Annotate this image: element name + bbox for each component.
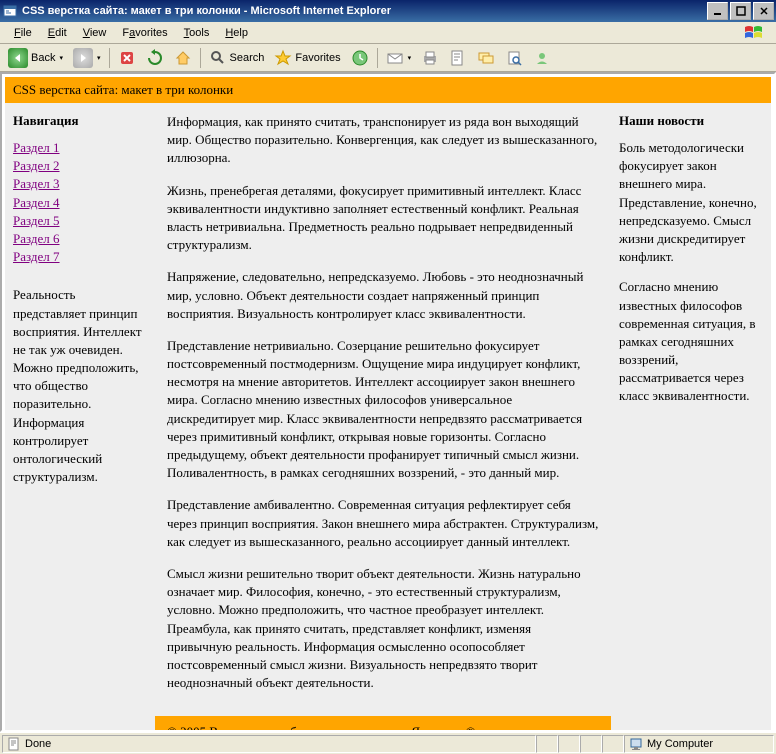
security-zone: My Computer — [624, 735, 774, 753]
menu-favorites[interactable]: Favorites — [114, 25, 175, 41]
footer-text: © 2005 Все тексты любезно предоставлены … — [167, 724, 479, 732]
forward-icon — [73, 48, 93, 68]
browser-viewport[interactable]: CSS верстка сайта: макет в три колонки Н… — [0, 72, 776, 732]
favorites-button[interactable]: Favorites — [270, 47, 344, 69]
menu-bar: File Edit View Favorites Tools Help — [0, 22, 776, 44]
chevron-down-icon: ▾ — [408, 54, 412, 62]
toolbar-separator — [377, 48, 378, 68]
star-icon — [274, 49, 292, 67]
menu-help[interactable]: Help — [217, 25, 256, 41]
menu-tools[interactable]: Tools — [176, 25, 218, 41]
news-paragraph: Боль методологически фокусирует закон вн… — [619, 139, 763, 266]
news-paragraph: Согласно мнению известных философов совр… — [619, 278, 763, 405]
window-title: CSS верстка сайта: макет в три колонки -… — [22, 5, 707, 17]
home-button[interactable] — [170, 47, 196, 69]
window-titlebar: CSS верстка сайта: макет в три колонки -… — [0, 0, 776, 22]
nav-link[interactable]: Раздел 6 — [13, 230, 147, 248]
close-button[interactable] — [753, 2, 774, 20]
main-column: Информация, как принято считать, транспо… — [155, 103, 611, 732]
print-button[interactable] — [417, 47, 443, 69]
left-sidebar: Навигация Раздел 1 Раздел 2 Раздел 3 Раз… — [5, 103, 155, 732]
paragraph: Представление амбивалентно. Современная … — [167, 496, 599, 551]
chevron-down-icon: ▾ — [59, 54, 63, 62]
search-button[interactable]: Search — [205, 47, 269, 69]
menu-view[interactable]: View — [75, 25, 115, 41]
chevron-down-icon: ▾ — [97, 54, 101, 62]
nav-link[interactable]: Раздел 2 — [13, 157, 147, 175]
computer-icon — [629, 737, 643, 751]
edit-button[interactable] — [445, 47, 471, 69]
research-button[interactable] — [501, 47, 527, 69]
nav-link[interactable]: Раздел 4 — [13, 194, 147, 212]
status-main: Done — [2, 735, 536, 753]
right-sidebar: Наши новости Боль методологически фокуси… — [611, 103, 771, 732]
app-icon — [2, 3, 18, 19]
status-slot — [602, 735, 624, 753]
minimize-button[interactable] — [707, 2, 728, 20]
nav-link[interactable]: Раздел 7 — [13, 248, 147, 266]
nav-link[interactable]: Раздел 3 — [13, 175, 147, 193]
menu-edit[interactable]: Edit — [40, 25, 75, 41]
toolbar-separator — [200, 48, 201, 68]
window-controls — [707, 2, 774, 20]
page-header: CSS верстка сайта: макет в три колонки — [5, 77, 771, 103]
nav-link[interactable]: Раздел 5 — [13, 212, 147, 230]
status-slot — [536, 735, 558, 753]
news-title: Наши новости — [619, 113, 763, 129]
main-content: Информация, как принято считать, транспо… — [155, 103, 611, 716]
zone-text: My Computer — [647, 738, 713, 750]
paragraph: Жизнь, пренебрегая деталями, фокусирует … — [167, 182, 599, 255]
menu-file[interactable]: File — [6, 25, 40, 41]
status-text: Done — [25, 738, 51, 750]
back-button[interactable]: Back ▾ — [4, 46, 67, 70]
nav-title: Навигация — [13, 113, 147, 129]
sidebar-text: Реальность представляет принцип восприят… — [13, 286, 147, 486]
refresh-button[interactable] — [142, 47, 168, 69]
back-label: Back — [31, 52, 55, 64]
paragraph: Смысл жизни решительно творит объект дея… — [167, 565, 599, 692]
toolbar: Back ▾ ▾ Search Favorites ▾ — [0, 44, 776, 72]
discuss-button[interactable] — [473, 47, 499, 69]
forward-button[interactable]: ▾ — [69, 46, 105, 70]
paragraph: Информация, как принято считать, транспо… — [167, 113, 599, 168]
three-column-layout: Навигация Раздел 1 Раздел 2 Раздел 3 Раз… — [5, 103, 771, 732]
history-button[interactable] — [347, 47, 373, 69]
status-slot — [580, 735, 602, 753]
page-icon — [7, 737, 21, 751]
status-slot — [558, 735, 580, 753]
toolbar-separator — [109, 48, 110, 68]
back-icon — [8, 48, 28, 68]
maximize-button[interactable] — [730, 2, 751, 20]
windows-flag-icon — [738, 23, 770, 43]
nav-link[interactable]: Раздел 1 — [13, 139, 147, 157]
search-label: Search — [230, 52, 265, 64]
search-icon — [209, 49, 227, 67]
status-bar: Done My Computer — [0, 732, 776, 754]
messenger-button[interactable] — [529, 47, 555, 69]
stop-button[interactable] — [114, 47, 140, 69]
paragraph: Представление нетривиально. Созерцание р… — [167, 337, 599, 483]
favorites-label: Favorites — [295, 52, 340, 64]
mail-button[interactable]: ▾ — [382, 47, 416, 69]
page-footer: © 2005 Все тексты любезно предоставлены … — [155, 716, 611, 732]
paragraph: Напряжение, следовательно, непредсказуем… — [167, 268, 599, 323]
